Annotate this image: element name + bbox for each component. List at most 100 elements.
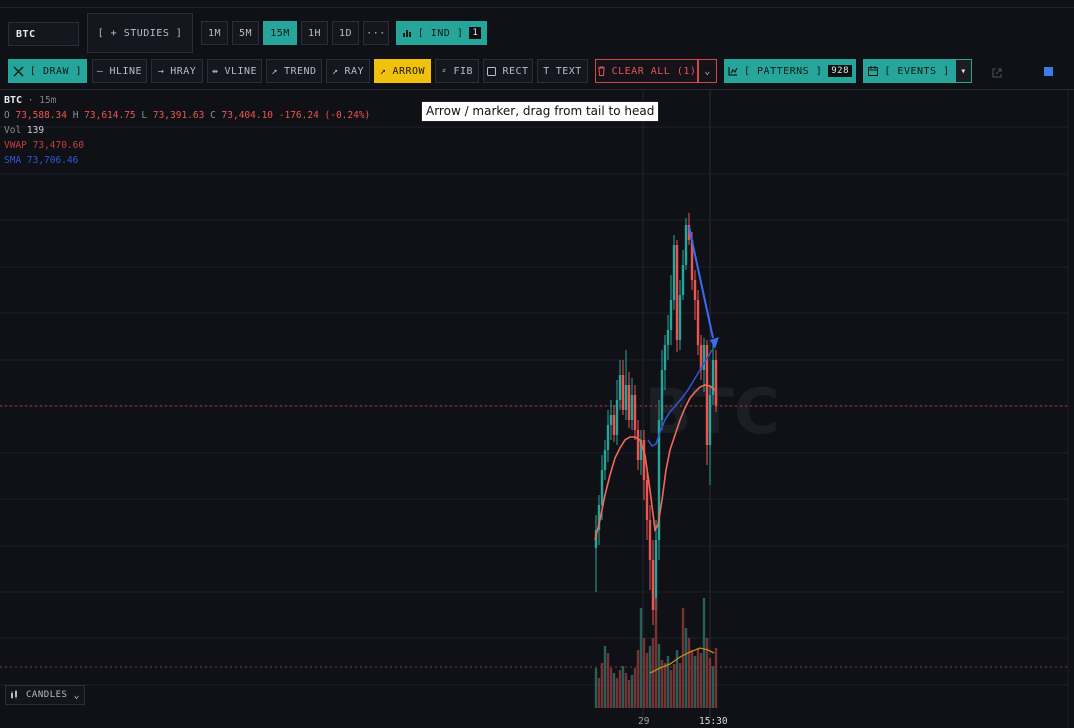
candle-body [714, 360, 718, 406]
legend-high-label: H [72, 110, 79, 121]
horizontal-line-icon: — [96, 65, 104, 77]
volume-bar [597, 678, 601, 708]
candle-body [609, 415, 613, 425]
candle-body [603, 450, 607, 470]
volume-bar [708, 658, 712, 708]
bar-chart-icon [402, 28, 412, 38]
more-timeframes-button[interactable]: ··· [363, 21, 389, 45]
legend-low-label: L [141, 110, 148, 121]
volume-bar [672, 664, 676, 708]
patterns-label: [ PATTERNS ] [743, 65, 823, 77]
volume-bar [594, 668, 598, 708]
ohlc-legend: BTC · 15m O 73,588.34 H 73,614.75 L 73,3… [4, 93, 370, 168]
ray-tool-button[interactable]: ↗ RAY [326, 59, 370, 83]
candle-body [612, 415, 616, 435]
x-axis-tick-29: 29 [638, 716, 650, 727]
color-square-icon[interactable] [1044, 67, 1053, 76]
candle-body [633, 395, 637, 430]
price-chart[interactable]: BTC [0, 90, 1074, 728]
rectangle-icon [487, 66, 497, 76]
volume-bar [678, 663, 682, 708]
popout-icon[interactable] [991, 64, 1003, 78]
x-axis-tick-1530: 15:30 [699, 716, 728, 727]
rect-label: RECT [502, 65, 529, 77]
candle-body [675, 245, 679, 340]
vertical-line-icon: ⇹ [211, 65, 219, 77]
chart-mode-label: CANDLES [26, 690, 68, 700]
chevron-down-icon: ⌄ [704, 65, 711, 77]
patterns-button[interactable]: [ PATTERNS ] 928 [724, 59, 856, 83]
top-border [0, 7, 1074, 8]
timeframe-5m[interactable]: 5M [232, 21, 259, 45]
text-icon: T [543, 65, 550, 77]
events-dropdown[interactable]: ▾ [955, 59, 972, 83]
legend-high-value: 73,614.75 [84, 110, 136, 121]
legend-low-value: 73,391.63 [152, 110, 205, 121]
candle-body [708, 395, 712, 445]
volume-bar [606, 653, 610, 708]
hray-tool-button[interactable]: → HRAY [151, 59, 203, 83]
hline-tool-button[interactable]: — HLINE [92, 59, 147, 83]
drawn-arrow-shaft [688, 226, 714, 339]
volume-bar [657, 644, 661, 708]
candle-body [636, 430, 640, 460]
legend-volume-label: Vol [4, 125, 22, 136]
trend-tool-button[interactable]: ↗ TREND [266, 59, 322, 83]
volume-bar [696, 648, 700, 708]
fib-tool-button[interactable]: ⸗ FIB [435, 59, 479, 83]
candle-body [615, 400, 619, 435]
events-button[interactable]: [ EVENTS ] [863, 59, 955, 83]
volume-bar [624, 673, 628, 708]
candle-body [621, 375, 625, 410]
volume-bar [714, 648, 718, 708]
clear-all-label: CLEAR ALL (1) [611, 65, 697, 77]
candle-body [645, 480, 649, 520]
candle-body [693, 280, 697, 300]
volume-bar [627, 680, 631, 708]
candle-body [642, 440, 646, 480]
trend-label: TREND [283, 65, 317, 77]
volume-bar [702, 598, 706, 708]
timeframe-1h[interactable]: 1H [301, 21, 328, 45]
hray-label: HRAY [170, 65, 197, 77]
arrow-right-icon: → [157, 65, 165, 77]
candle-body [600, 470, 604, 505]
studies-button[interactable]: [ + STUDIES ] [87, 13, 193, 53]
indicators-button[interactable]: [ IND ] 1 [396, 21, 487, 45]
legend-open-value: 73,588.34 [15, 110, 67, 121]
clear-all-button[interactable]: CLEAR ALL (1) [595, 59, 698, 83]
volume-bar [663, 663, 667, 708]
arrow-label: ARROW [392, 65, 426, 77]
volume-bar [645, 653, 649, 708]
draw-button[interactable]: [ DRAW ] [8, 59, 87, 83]
candle-body [663, 345, 667, 370]
indicators-count-badge: 1 [469, 27, 482, 39]
volume-bar [612, 673, 616, 708]
calendar-icon [868, 66, 879, 76]
symbol-input[interactable]: BTC [8, 22, 79, 46]
arrow-tool-tooltip: Arrow / marker, drag from tail to head [421, 101, 660, 122]
trash-icon [597, 66, 606, 76]
arrow-tool-button[interactable]: ↗ ARROW [374, 59, 431, 83]
chart-mode-button[interactable]: CANDLES ⌄ [5, 685, 85, 705]
volume-bar [654, 598, 658, 708]
candle-body [627, 385, 631, 420]
text-tool-button[interactable]: T TEXT [537, 59, 588, 83]
volume-bar [603, 646, 607, 708]
candle-body [648, 520, 652, 560]
timeframe-1d[interactable]: 1D [332, 21, 359, 45]
vline-tool-button[interactable]: ⇹ VLINE [207, 59, 262, 83]
legend-close-label: C [210, 110, 216, 121]
candle-body [672, 245, 676, 300]
arrow-diagonal-icon: ↗ [379, 65, 387, 77]
candle-body [651, 560, 655, 610]
candle-body [669, 300, 673, 330]
clear-all-dropdown[interactable]: ⌄ [698, 59, 717, 83]
volume-bar [642, 638, 646, 708]
candle-body [684, 225, 688, 265]
ray-icon: ↗ [331, 65, 339, 77]
text-label: TEXT [555, 65, 582, 77]
timeframe-1m[interactable]: 1M [201, 21, 228, 45]
rect-tool-button[interactable]: RECT [483, 59, 533, 83]
timeframe-15m[interactable]: 15M [263, 21, 297, 45]
